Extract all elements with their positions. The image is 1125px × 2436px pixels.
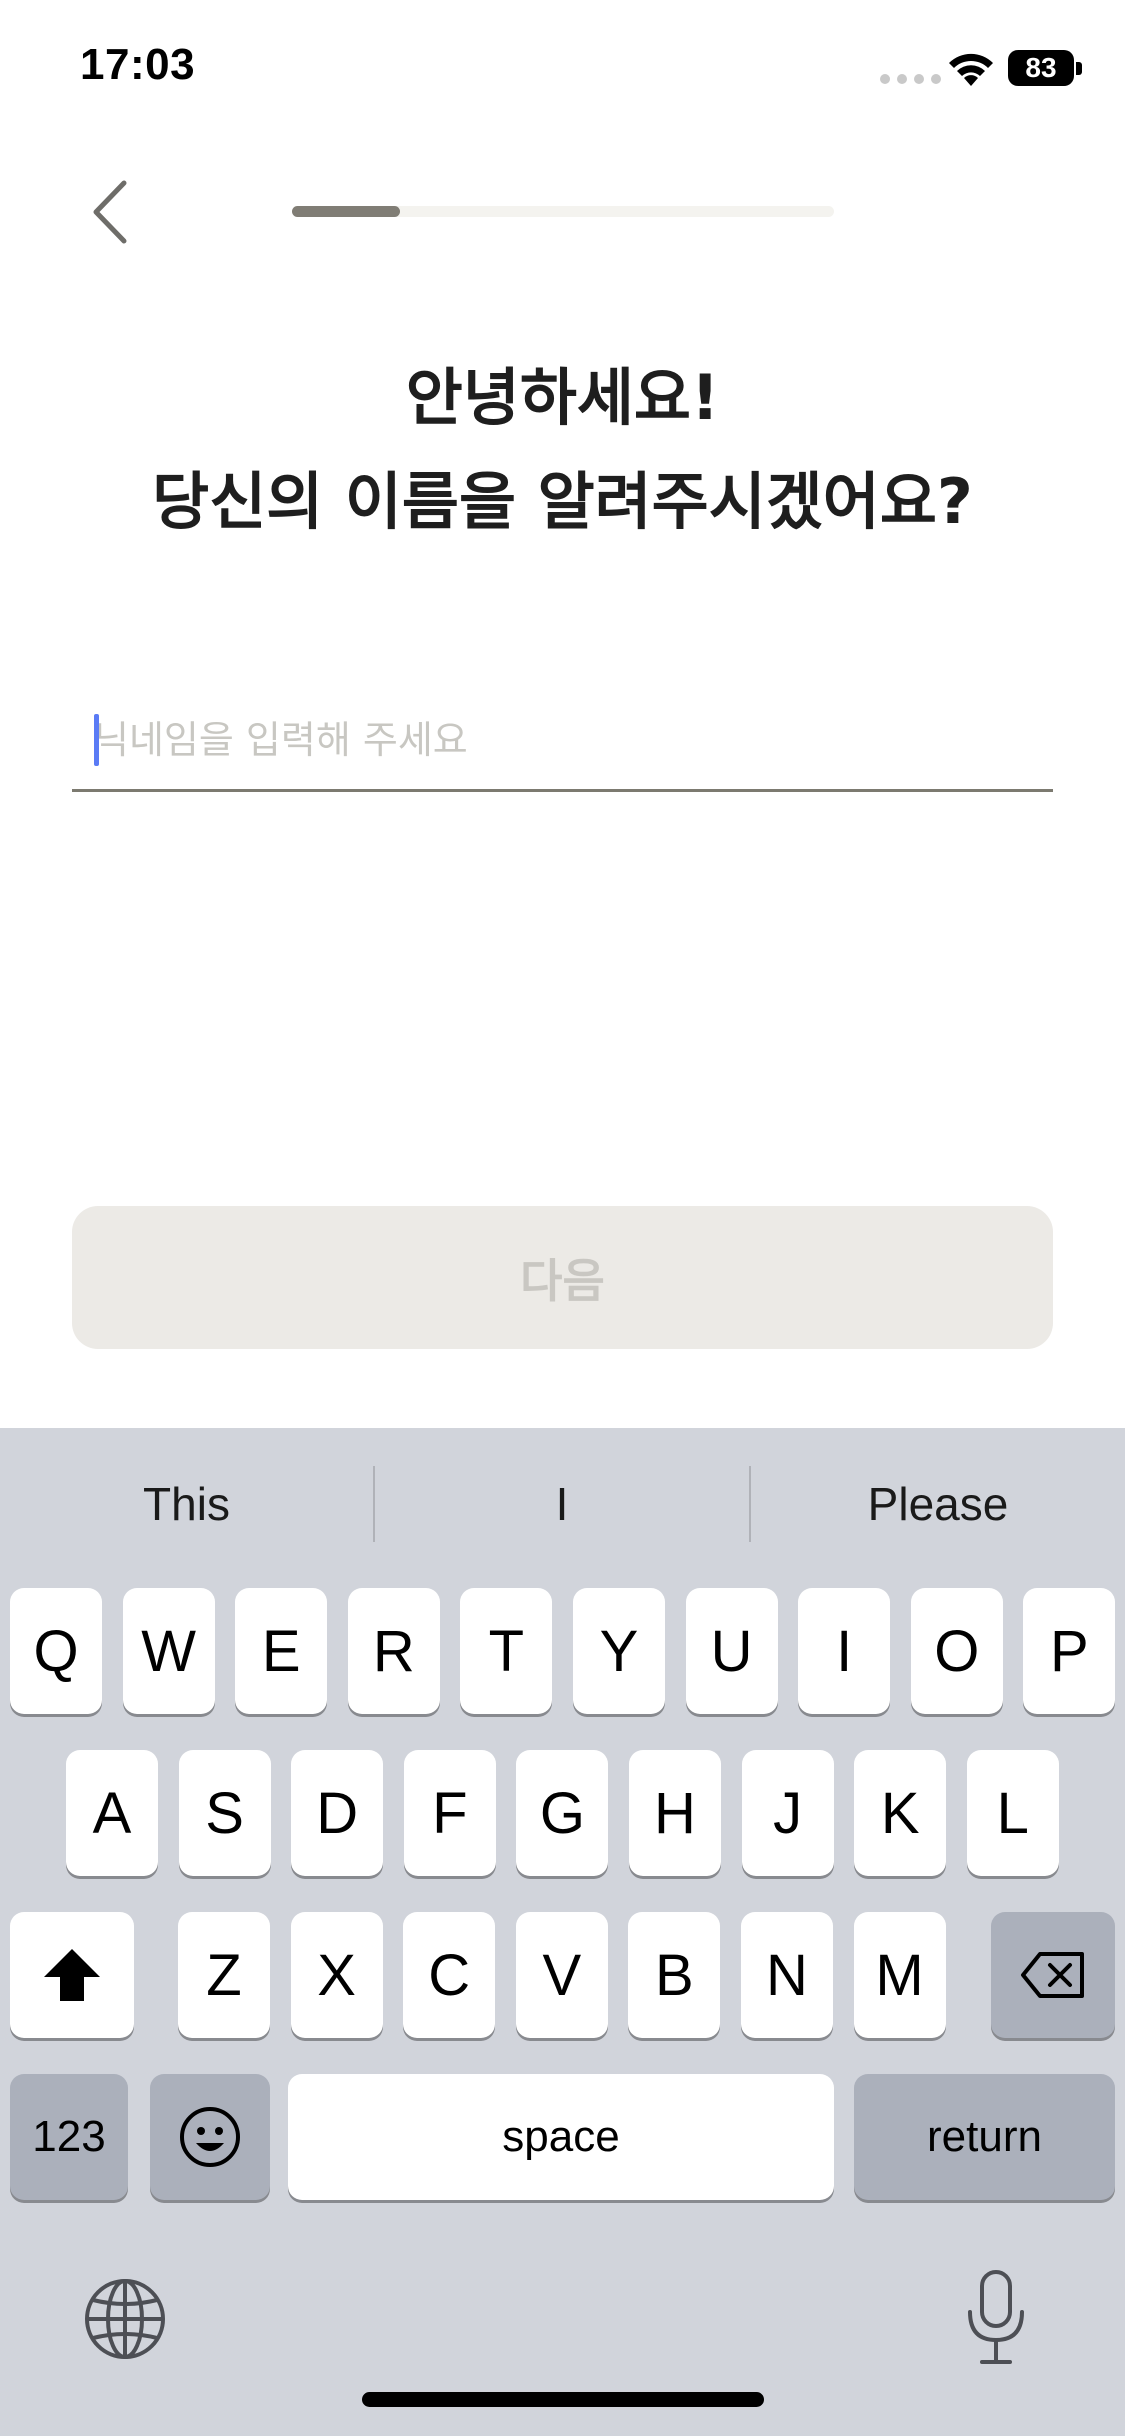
delete-icon	[1021, 1952, 1084, 1998]
key-d[interactable]: D	[291, 1750, 384, 1876]
key-w[interactable]: W	[122, 1588, 215, 1714]
key-r[interactable]: R	[347, 1588, 440, 1714]
key-p[interactable]: P	[1023, 1588, 1116, 1714]
space-key[interactable]: space	[288, 2074, 834, 2200]
key-e[interactable]: E	[235, 1588, 328, 1714]
keyboard: This I Please 123 space return QWERTYUIO…	[0, 1428, 1125, 2436]
status-time: 17:03	[80, 40, 196, 89]
key-k[interactable]: K	[854, 1750, 947, 1876]
nickname-input[interactable]	[94, 710, 1024, 770]
return-key[interactable]: return	[854, 2074, 1115, 2200]
key-y[interactable]: Y	[573, 1588, 665, 1714]
key-a[interactable]: A	[66, 1750, 158, 1876]
progress-fill	[292, 206, 401, 217]
numbers-key[interactable]: 123	[10, 2074, 128, 2200]
title-line-2: 당신의 이름을 알려주시겠어요?	[152, 465, 973, 538]
title-line-1: 안녕하세요!	[405, 361, 720, 434]
back-button[interactable]	[70, 172, 150, 252]
key-m[interactable]: M	[853, 1912, 946, 2038]
battery-icon: 83	[1008, 50, 1082, 86]
key-t[interactable]: T	[460, 1588, 553, 1714]
home-indicator	[362, 2392, 764, 2407]
key-n[interactable]: N	[741, 1912, 833, 2038]
microphone-icon[interactable]	[960, 2268, 1032, 2368]
shift-key[interactable]	[10, 1912, 134, 2038]
key-s[interactable]: S	[178, 1750, 271, 1876]
key-q[interactable]: Q	[10, 1588, 102, 1714]
suggestion-1[interactable]: This	[0, 1466, 373, 1542]
shift-icon	[44, 1949, 100, 2001]
emoji-icon	[180, 2107, 240, 2167]
next-button[interactable]: 다음	[72, 1206, 1053, 1349]
globe-icon[interactable]	[82, 2276, 168, 2362]
key-j[interactable]: J	[741, 1750, 834, 1876]
text-caret	[94, 714, 99, 766]
progress-bar	[292, 206, 834, 217]
wifi-icon	[949, 53, 993, 86]
key-f[interactable]: F	[403, 1750, 496, 1876]
delete-key[interactable]	[991, 1912, 1115, 2038]
key-b[interactable]: B	[628, 1912, 721, 2038]
key-x[interactable]: X	[290, 1912, 383, 2038]
key-z[interactable]: Z	[178, 1912, 270, 2038]
battery-level: 83	[1025, 52, 1057, 83]
key-o[interactable]: O	[910, 1588, 1003, 1714]
key-u[interactable]: U	[685, 1588, 778, 1714]
key-l[interactable]: L	[966, 1750, 1059, 1876]
chevron-left-icon	[93, 180, 127, 244]
key-c[interactable]: C	[403, 1912, 496, 2038]
cellular-signal-icon	[880, 74, 941, 84]
suggestion-bar: This I Please	[0, 1428, 1125, 1578]
suggestion-2[interactable]: I	[375, 1466, 749, 1542]
next-button-label: 다음	[520, 1254, 605, 1307]
suggestion-3[interactable]: Please	[751, 1466, 1125, 1542]
key-i[interactable]: I	[798, 1588, 891, 1714]
status-bar: 17:03 83	[0, 0, 1125, 140]
page-title: 안녕하세요! 당신의 이름을 알려주시겠어요?	[0, 346, 1125, 554]
emoji-key[interactable]	[150, 2074, 270, 2200]
key-g[interactable]: G	[516, 1750, 609, 1876]
key-v[interactable]: V	[515, 1912, 608, 2038]
key-h[interactable]: H	[629, 1750, 721, 1876]
nickname-field[interactable]	[72, 700, 1053, 792]
